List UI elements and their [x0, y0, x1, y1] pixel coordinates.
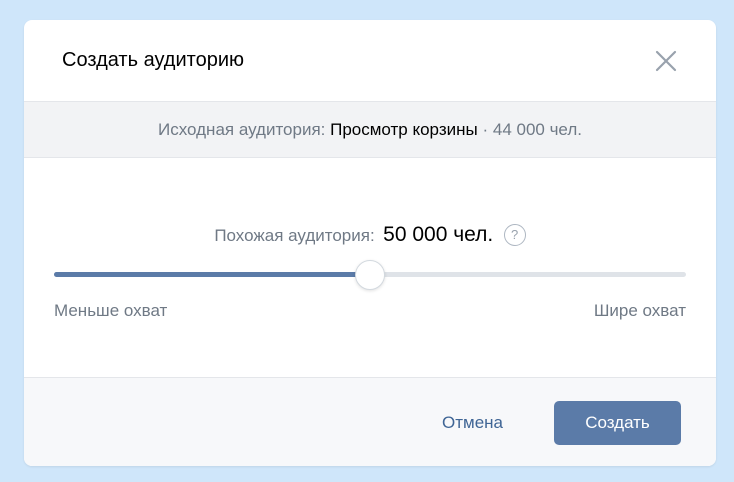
slider-thumb[interactable]: [355, 260, 385, 290]
cancel-button[interactable]: Отмена: [434, 401, 511, 445]
audience-size-slider[interactable]: [54, 260, 686, 290]
source-audience-name: Просмотр корзины: [330, 120, 478, 139]
slider-max-label: Шире охват: [593, 301, 686, 320]
dialog-header: Создать аудиторию: [24, 20, 716, 102]
source-audience-count: 44 000 чел.: [492, 120, 582, 139]
create-button[interactable]: Создать: [554, 401, 681, 445]
slider-fill: [54, 272, 370, 277]
similar-audience-row: Похожая аудитория: 50 000 чел. ?: [24, 220, 716, 252]
source-audience-bar: Исходная аудитория: Просмотр корзины · 4…: [24, 102, 716, 158]
similar-audience-value: 50 000 чел.: [383, 223, 494, 246]
close-button[interactable]: [654, 49, 678, 73]
dialog-title: Создать аудиторию: [62, 49, 244, 71]
source-audience-separator: ·: [482, 120, 489, 139]
source-audience-label: Исходная аудитория:: [158, 120, 326, 139]
slider-min-label: Меньше охват: [54, 301, 168, 320]
help-icon[interactable]: ?: [503, 224, 526, 246]
close-icon: [655, 50, 677, 72]
create-audience-dialog: Создать аудиторию Исходная аудитория: Пр…: [24, 20, 716, 466]
similar-audience-label: Похожая аудитория:: [214, 226, 375, 245]
dialog-footer: Отмена Создать: [24, 377, 716, 466]
